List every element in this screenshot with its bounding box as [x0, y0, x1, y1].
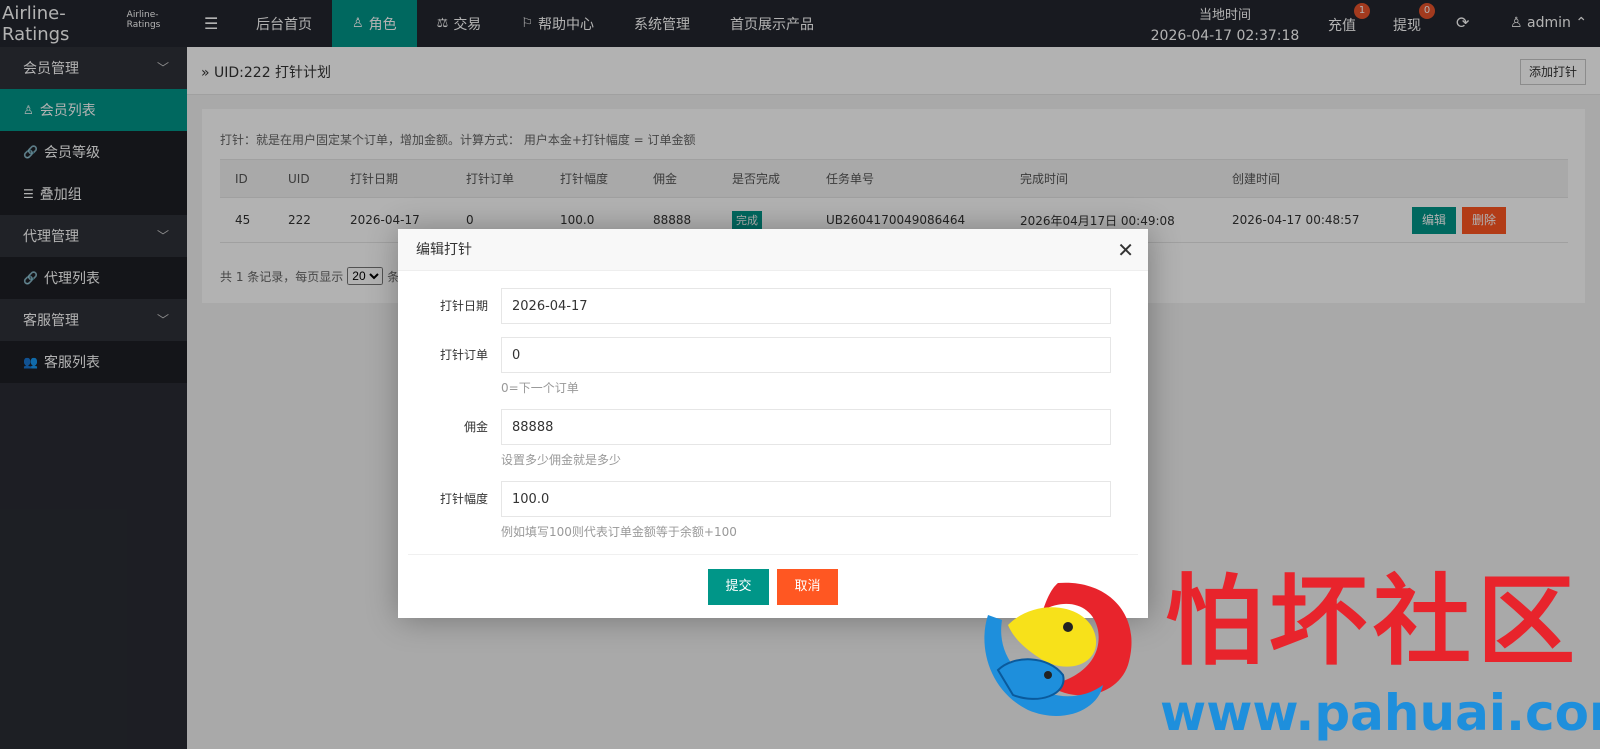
field-hint: 例如填写100则代表订单金额等于余额+100 — [501, 525, 737, 539]
field-label: 打针订单 — [439, 348, 488, 362]
field-hint: 0=下一个订单 — [501, 381, 579, 395]
field-hint: 设置多少佣金就是多少 — [501, 453, 622, 467]
watermark-url: www.pahuai.com — [1160, 684, 1600, 742]
modal-divider — [408, 554, 1138, 555]
submit-button[interactable]: 提交 — [708, 569, 769, 605]
field-label: 打针幅度 — [439, 492, 488, 506]
modal-header: 编辑打针 ✕ — [398, 229, 1148, 271]
cancel-button[interactable]: 取消 — [777, 569, 838, 605]
field-label: 佣金 — [463, 420, 488, 434]
range-field[interactable] — [501, 481, 1111, 517]
commission-field[interactable] — [501, 409, 1111, 445]
edit-injection-modal: 编辑打针 ✕ 打针日期 打针订单 0=下一个订单 佣金 设置多少佣金就是多少 打… — [398, 229, 1148, 618]
watermark-fish-logo — [984, 582, 1132, 716]
modal-title: 编辑打针 — [416, 242, 472, 258]
date-field[interactable] — [501, 288, 1111, 324]
close-icon[interactable]: ✕ — [1117, 229, 1134, 271]
field-label: 打针日期 — [439, 299, 488, 313]
watermark-text: 怕坏社区 — [1165, 564, 1582, 679]
order-field[interactable] — [501, 337, 1111, 373]
